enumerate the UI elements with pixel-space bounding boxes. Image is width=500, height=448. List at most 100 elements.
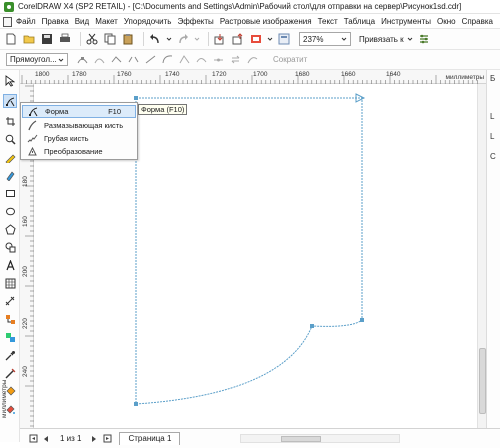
next-page-icon[interactable] bbox=[89, 434, 99, 444]
docker-tab-label[interactable]: L bbox=[490, 112, 494, 121]
menu-layout[interactable]: Макет bbox=[95, 17, 118, 26]
page-tab[interactable]: Страница 1 bbox=[119, 432, 181, 445]
eyedropper-tool-icon[interactable] bbox=[3, 348, 17, 362]
menu-text[interactable]: Текст bbox=[318, 17, 338, 26]
menu-edit[interactable]: Правка bbox=[42, 17, 69, 26]
menu-window[interactable]: Окно bbox=[437, 17, 456, 26]
shape-node[interactable] bbox=[360, 318, 364, 322]
smudge-brush-icon bbox=[26, 120, 38, 132]
shape-tool-flyout: Форма F10 Размазывающая кисть Грубая кис… bbox=[20, 102, 138, 160]
last-page-icon[interactable] bbox=[102, 434, 112, 444]
docker-tab-label[interactable]: C bbox=[490, 152, 496, 161]
snap-to-button[interactable]: Привязать к bbox=[359, 35, 404, 44]
flyout-item-shortcut: F10 bbox=[108, 107, 121, 116]
ruler-label: 220 bbox=[22, 318, 29, 329]
basic-shapes-icon[interactable] bbox=[3, 240, 17, 254]
first-page-icon[interactable] bbox=[28, 434, 38, 444]
shape-tool-icon[interactable] bbox=[3, 94, 17, 108]
horizontal-ruler[interactable]: 1800 1780 1760 1740 1720 1700 1680 1660 … bbox=[20, 70, 486, 84]
ruler-label: 200 bbox=[22, 266, 29, 277]
copy-icon[interactable] bbox=[103, 32, 117, 46]
blend-tool-icon[interactable] bbox=[3, 330, 17, 344]
flyout-item-transform[interactable]: Преобразование bbox=[22, 145, 136, 158]
crop-tool-icon[interactable] bbox=[3, 114, 17, 128]
docker-tab-label[interactable]: L bbox=[490, 132, 494, 141]
shape-node[interactable] bbox=[134, 402, 138, 406]
add-node-icon[interactable] bbox=[76, 53, 89, 66]
delete-node-icon[interactable] bbox=[93, 53, 106, 66]
ruler-label: 1660 bbox=[341, 71, 356, 78]
docker-tab-label[interactable]: Б bbox=[490, 74, 495, 83]
horizontal-scrollbar[interactable] bbox=[240, 434, 401, 443]
horizontal-scroll-thumb[interactable] bbox=[281, 436, 322, 442]
print-icon[interactable] bbox=[58, 32, 72, 46]
paste-icon[interactable] bbox=[121, 32, 135, 46]
flyout-item-roughen-brush[interactable]: Грубая кисть bbox=[22, 132, 136, 145]
save-icon[interactable] bbox=[40, 32, 54, 46]
reduce-nodes-button[interactable]: Сократит bbox=[273, 55, 307, 64]
ruler-label: 1760 bbox=[117, 71, 132, 78]
menu-arrange[interactable]: Упорядочить bbox=[124, 17, 172, 26]
import-icon[interactable] bbox=[213, 32, 227, 46]
symmetrical-node-icon[interactable] bbox=[212, 53, 225, 66]
cut-icon[interactable] bbox=[85, 32, 99, 46]
menu-tools[interactable]: Инструменты bbox=[381, 17, 431, 26]
smooth-node-icon[interactable] bbox=[195, 53, 208, 66]
previous-page-icon[interactable] bbox=[41, 434, 51, 444]
outline-tool-icon[interactable] bbox=[3, 366, 17, 380]
menu-view[interactable]: Вид bbox=[75, 17, 89, 26]
smart-fill-icon[interactable] bbox=[3, 168, 17, 182]
freehand-tool-icon[interactable] bbox=[3, 150, 17, 164]
extend-curve-icon[interactable] bbox=[246, 53, 259, 66]
chevron-down-icon[interactable] bbox=[267, 32, 273, 46]
chevron-down-icon[interactable] bbox=[166, 32, 172, 46]
dimension-tool-icon[interactable] bbox=[3, 294, 17, 308]
zoom-tool-icon[interactable] bbox=[3, 132, 17, 146]
undo-icon[interactable] bbox=[148, 32, 162, 46]
document-icon[interactable] bbox=[2, 16, 12, 27]
pick-tool-icon[interactable] bbox=[3, 74, 17, 88]
reverse-direction-icon[interactable] bbox=[229, 53, 242, 66]
cusp-node-icon[interactable] bbox=[178, 53, 191, 66]
open-folder-icon[interactable] bbox=[22, 32, 36, 46]
export-icon[interactable] bbox=[231, 32, 245, 46]
table-tool-icon[interactable] bbox=[3, 276, 17, 290]
rectangle-tool-icon[interactable] bbox=[3, 186, 17, 200]
shape-node[interactable] bbox=[134, 96, 138, 100]
text-tool-icon[interactable] bbox=[3, 258, 17, 272]
title-bar: CorelDRAW X4 (SP2 RETAIL) - [C:\Document… bbox=[0, 0, 500, 14]
flyout-item-label: Форма bbox=[45, 107, 69, 116]
vertical-scrollbar[interactable] bbox=[477, 84, 486, 428]
redo-icon[interactable] bbox=[176, 32, 190, 46]
convert-to-curve-icon[interactable] bbox=[161, 53, 174, 66]
welcome-screen-icon[interactable] bbox=[277, 32, 291, 46]
break-curve-icon[interactable] bbox=[127, 53, 140, 66]
new-document-icon[interactable] bbox=[4, 32, 18, 46]
menu-table[interactable]: Таблица bbox=[344, 17, 375, 26]
join-nodes-icon[interactable] bbox=[110, 53, 123, 66]
menu-bitmaps[interactable]: Растровые изображения bbox=[220, 17, 312, 26]
ruler-label: 1700 bbox=[253, 71, 268, 78]
polygon-tool-icon[interactable] bbox=[3, 222, 17, 236]
options-icon[interactable] bbox=[417, 32, 431, 46]
flyout-item-smudge-brush[interactable]: Размазывающая кисть bbox=[22, 119, 136, 132]
selection-mode-select[interactable]: Прямоугол... bbox=[6, 53, 68, 66]
chevron-down-icon[interactable] bbox=[194, 32, 200, 46]
convert-to-line-icon[interactable] bbox=[144, 53, 157, 66]
selected-shape-outline[interactable] bbox=[135, 97, 363, 405]
application-launcher-icon[interactable] bbox=[249, 32, 263, 46]
chevron-down-icon[interactable] bbox=[407, 32, 413, 46]
vertical-scroll-thumb[interactable] bbox=[479, 348, 486, 414]
page-counter: 1 из 1 bbox=[60, 434, 82, 443]
ellipse-tool-icon[interactable] bbox=[3, 204, 17, 218]
flyout-item-label: Преобразование bbox=[44, 147, 103, 156]
menu-help[interactable]: Справка bbox=[462, 17, 493, 26]
zoom-level-select[interactable]: 237% bbox=[299, 32, 351, 46]
menu-file[interactable]: Файл bbox=[16, 17, 36, 26]
menu-effects[interactable]: Эффекты bbox=[177, 17, 213, 26]
shape-node[interactable] bbox=[310, 324, 314, 328]
connector-tool-icon[interactable] bbox=[3, 312, 17, 326]
toolbar-separator bbox=[208, 32, 209, 46]
transform-icon bbox=[26, 146, 38, 158]
flyout-item-shape[interactable]: Форма F10 bbox=[22, 105, 136, 118]
